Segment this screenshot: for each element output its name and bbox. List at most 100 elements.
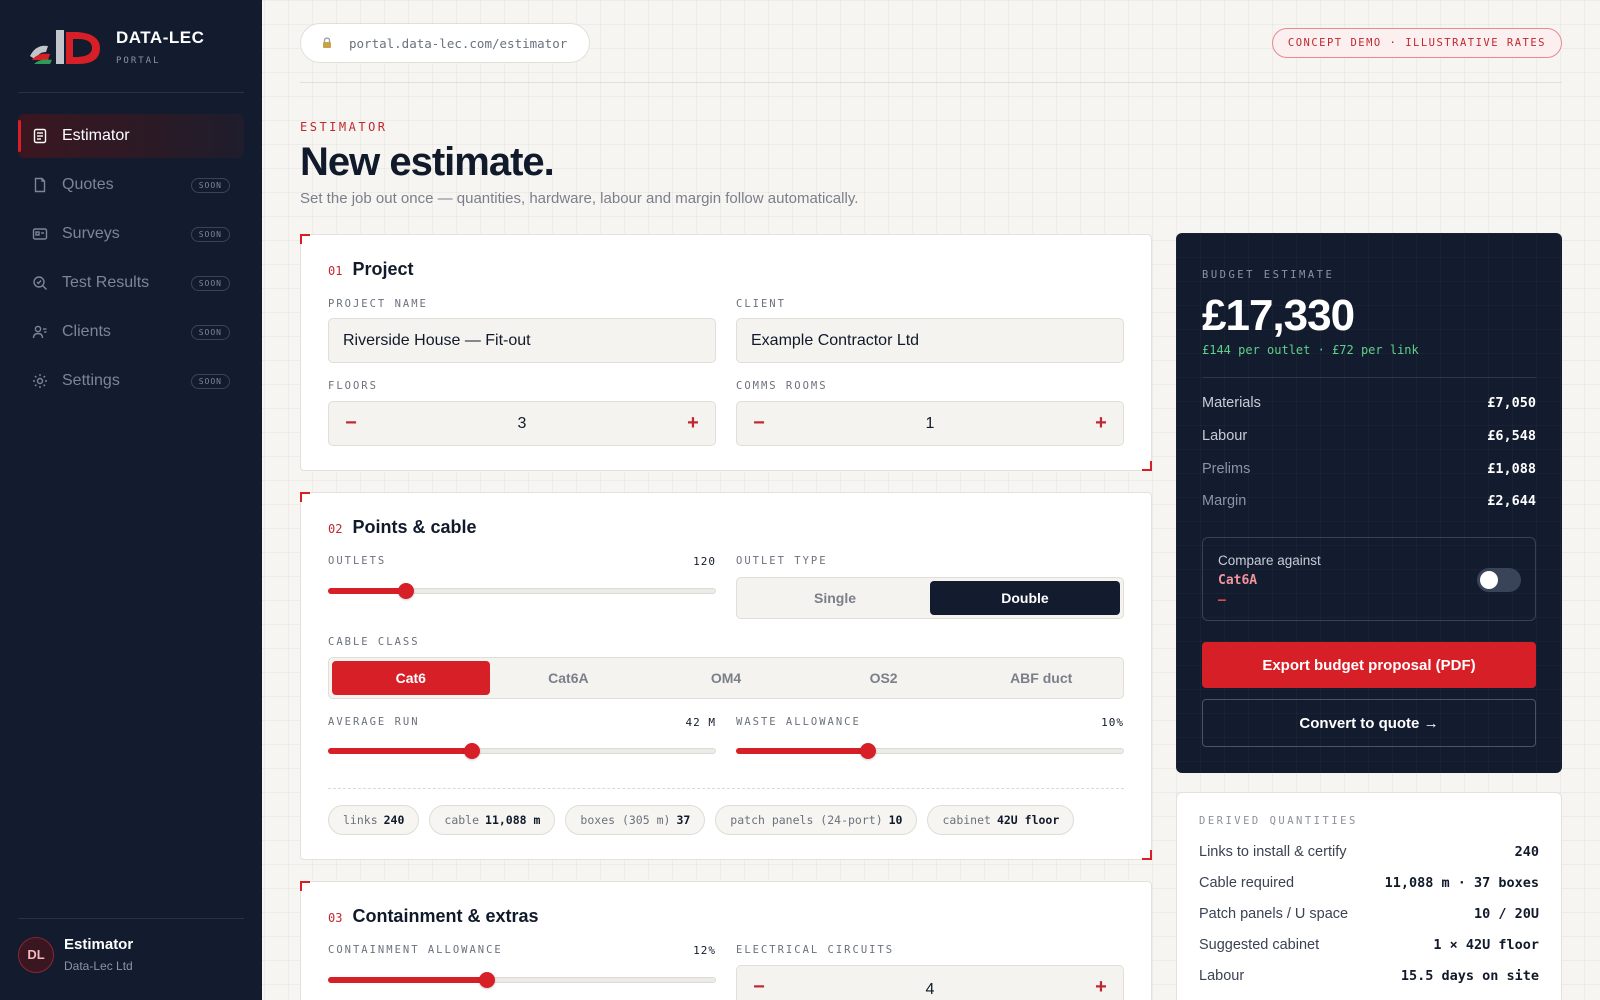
slider-thumb[interactable]	[859, 743, 876, 759]
row-value: 11,088 m · 37 boxes	[1384, 875, 1539, 891]
decrement-button[interactable]: −	[751, 976, 767, 999]
client-input[interactable]	[736, 318, 1124, 363]
chip-value: 11,088 m	[485, 813, 541, 827]
decrement-button[interactable]: −	[751, 412, 767, 435]
user-org: Data-Lec Ltd	[64, 959, 133, 973]
floors-value: 3	[517, 414, 527, 432]
average-run-slider[interactable]	[328, 742, 716, 760]
convert-to-quote-button[interactable]: Convert to quote →	[1202, 699, 1536, 747]
chip-value: 10	[888, 813, 903, 827]
section-number: 01	[328, 264, 343, 278]
compare-value: Cat6A	[1218, 573, 1258, 588]
outlet-type-toggle: Single Double	[736, 577, 1124, 619]
sidebar-item-clients[interactable]: Clients SOON	[18, 310, 244, 354]
decrement-button[interactable]: −	[343, 412, 359, 435]
sidebar-item-quotes[interactable]: Quotes SOON	[18, 163, 244, 207]
outlets-slider[interactable]	[328, 582, 716, 600]
chip-key: cable	[444, 813, 480, 827]
average-run-label: AVERAGE RUN	[328, 716, 420, 728]
cable-class-cat6[interactable]: Cat6	[332, 661, 490, 695]
containment-allowance-slider[interactable]	[328, 971, 716, 989]
row-key: Prelims	[1202, 461, 1251, 477]
brand[interactable]: DATA-LEC PORTAL	[26, 26, 204, 68]
user-profile[interactable]: DL Estimator Data-Lec Ltd	[18, 936, 133, 973]
soon-badge: SOON	[190, 373, 230, 389]
sidebar-item-label: Settings	[62, 372, 120, 389]
chip-boxes: boxes (305 m) 37	[565, 805, 706, 835]
slider-fill	[736, 748, 868, 754]
chip-key: boxes (305 m)	[580, 813, 671, 827]
demo-badge: CONCEPT DEMO · ILLUSTRATIVE RATES	[1271, 28, 1562, 58]
toggle-knob	[1480, 571, 1498, 589]
row-value: £1,088	[1487, 461, 1536, 477]
derived-label: DERIVED QUANTITIES	[1199, 815, 1358, 827]
magnifier-icon	[32, 275, 48, 291]
cable-class-om4[interactable]: OM4	[647, 661, 805, 695]
sidebar-item-surveys[interactable]: Surveys SOON	[18, 212, 244, 256]
chip-value: 240	[383, 813, 405, 827]
electrical-circuits-stepper: − 4 +	[736, 965, 1124, 1000]
project-name-input[interactable]	[328, 318, 716, 363]
section-title: Points & cable	[352, 517, 477, 537]
soon-badge: SOON	[190, 324, 230, 340]
soon-badge: SOON	[190, 275, 230, 291]
divider	[328, 788, 1124, 789]
waste-allowance-slider[interactable]	[736, 742, 1124, 760]
sidebar-item-settings[interactable]: Settings SOON	[18, 359, 244, 403]
outlets-label: OUTLETS	[328, 555, 387, 567]
row-value: 240	[1514, 844, 1539, 860]
quantity-chips: links 240 cable 11,088 m boxes (305 m) 37 p…	[328, 805, 1084, 835]
compare-box: Compare against Cat6A —	[1202, 537, 1536, 621]
export-pdf-button[interactable]: Export budget proposal (PDF)	[1202, 642, 1536, 688]
url-bar[interactable]: portal.data-lec.com/estimator	[300, 23, 590, 63]
chip-cabinet: cabinet 42U floor	[927, 805, 1075, 835]
corner-mark	[300, 881, 310, 891]
budget-label: BUDGET ESTIMATE	[1202, 269, 1335, 281]
slider-thumb[interactable]	[463, 743, 480, 759]
corner-mark	[300, 492, 310, 502]
budget-row-materials: Materials £7,050	[1202, 395, 1536, 411]
containment-allowance-value: 12%	[693, 944, 716, 957]
increment-button[interactable]: +	[685, 412, 701, 435]
increment-button[interactable]: +	[1093, 976, 1109, 999]
slider-fill	[328, 748, 472, 754]
increment-button[interactable]: +	[1093, 412, 1109, 435]
slider-thumb[interactable]	[479, 972, 496, 988]
chip-value: 42U floor	[996, 813, 1060, 827]
slider-thumb[interactable]	[397, 583, 414, 599]
cable-class-cat6a[interactable]: Cat6A	[490, 661, 648, 695]
compare-label: Compare against	[1218, 553, 1321, 568]
floors-stepper: − 3 +	[328, 401, 716, 446]
budget-row-prelims: Prelims £1,088	[1202, 461, 1536, 477]
derived-row: Cable required 11,088 m · 37 boxes	[1199, 875, 1539, 891]
floors-label: FLOORS	[328, 380, 378, 392]
row-value: 15.5 days on site	[1400, 968, 1539, 984]
row-key: Labour	[1199, 968, 1245, 984]
page-title: New estimate.	[300, 140, 555, 184]
sidebar-item-label: Estimator	[62, 127, 130, 144]
section-number: 03	[328, 911, 343, 925]
comms-rooms-stepper: − 1 +	[736, 401, 1124, 446]
outlet-type-single[interactable]: Single	[740, 581, 930, 615]
budget-panel: BUDGET ESTIMATE £17,330 £144 per outlet …	[1176, 233, 1562, 773]
row-key: Links to install & certify	[1199, 844, 1347, 860]
compare-toggle[interactable]	[1477, 568, 1521, 592]
sidebar-nav: Estimator Quotes SOON Surveys SOON Test …	[18, 114, 244, 408]
sidebar-item-test-results[interactable]: Test Results SOON	[18, 261, 244, 305]
outlet-type-double[interactable]: Double	[930, 581, 1120, 615]
budget-row-margin: Margin £2,644	[1202, 493, 1536, 509]
waste-allowance-value: 10%	[1101, 716, 1124, 729]
brand-subtitle: PORTAL	[116, 56, 161, 66]
cable-class-os2[interactable]: OS2	[805, 661, 963, 695]
avatar: DL	[18, 936, 54, 973]
budget-total: £17,330	[1202, 291, 1355, 340]
document-icon	[32, 128, 48, 144]
sidebar-item-label: Test Results	[62, 274, 150, 291]
sidebar-item-estimator[interactable]: Estimator	[18, 114, 244, 158]
chip-links: links 240	[328, 805, 420, 835]
cable-class-abf-duct[interactable]: ABF duct	[962, 661, 1120, 695]
row-value: 1 × 42U floor	[1433, 937, 1539, 953]
brand-logo	[26, 26, 104, 68]
row-value: 10 / 20U	[1473, 906, 1539, 922]
soon-badge: SOON	[190, 226, 230, 242]
